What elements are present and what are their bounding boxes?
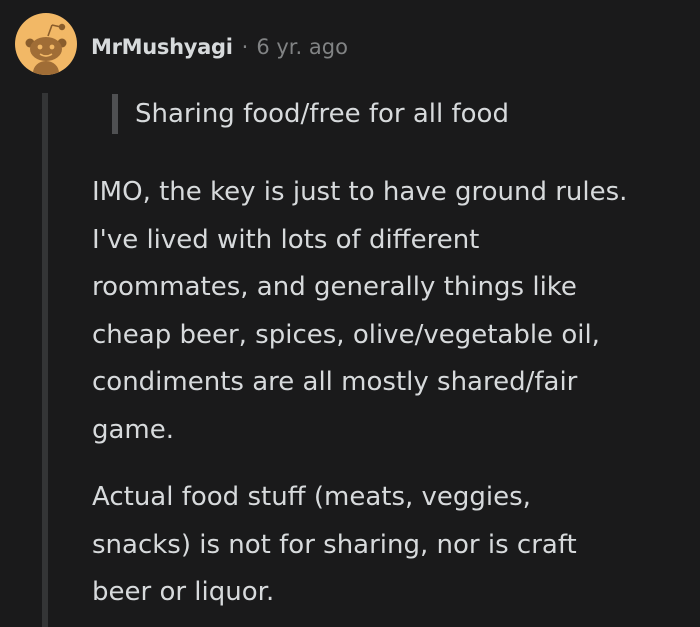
thread-collapse-line[interactable] bbox=[42, 93, 48, 627]
comment: MrMushyagi · 6 yr. ago Sharing food/free… bbox=[0, 0, 700, 627]
comment-paragraph-2: Actual food stuff (meats, veggies, snack… bbox=[92, 482, 577, 607]
timestamp-link[interactable]: 6 yr. ago bbox=[256, 35, 348, 59]
quote-text: Sharing food/free for all food bbox=[135, 99, 509, 129]
user-avatar[interactable] bbox=[15, 13, 77, 75]
comment-header: MrMushyagi · 6 yr. ago bbox=[91, 32, 348, 62]
snoo-avatar-icon bbox=[25, 23, 67, 75]
blockquote: Sharing food/free for all food bbox=[112, 94, 509, 134]
meta-separator: · bbox=[241, 35, 249, 59]
username-link[interactable]: MrMushyagi bbox=[91, 35, 233, 59]
comment-paragraph-1: IMO, the key is just to have ground rule… bbox=[92, 177, 628, 445]
